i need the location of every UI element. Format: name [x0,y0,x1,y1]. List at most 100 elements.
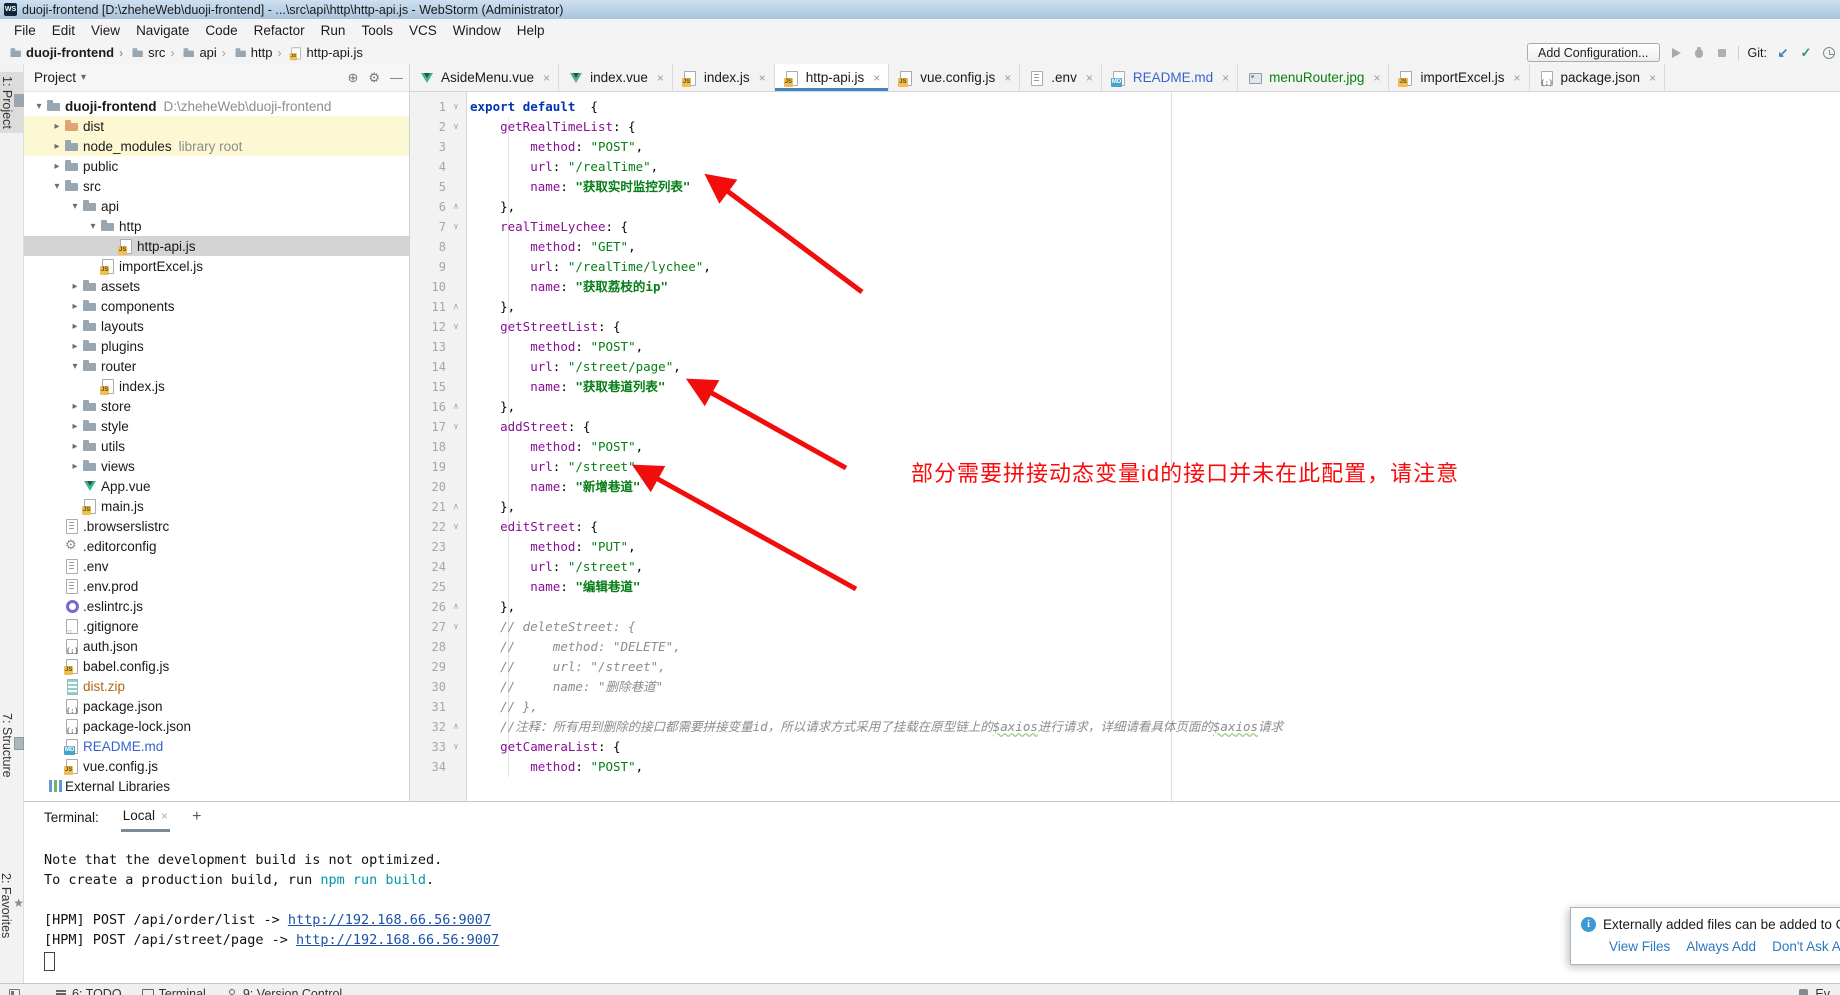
tree-expand-icon[interactable]: ▸ [68,321,82,332]
fold-marker-icon[interactable]: ∧ [446,597,466,617]
tree-item-utils[interactable]: ▸utils [24,436,409,456]
close-icon[interactable]: × [657,71,664,85]
tree-expand-icon[interactable]: ▾ [68,201,82,212]
breadcrumb-item[interactable]: src› [130,45,179,61]
tree-item-main.js[interactable]: main.js [24,496,409,516]
close-icon[interactable]: × [1222,71,1229,85]
menu-item-file[interactable]: File [6,21,44,40]
menu-item-vcs[interactable]: VCS [401,21,445,40]
tree-item-.editorconfig[interactable]: .editorconfig [24,536,409,556]
tree-item-importexcel.js[interactable]: importExcel.js [24,256,409,276]
fold-marker-icon[interactable]: ∨ [446,317,466,337]
close-icon[interactable]: × [161,809,168,823]
git-commit-icon[interactable]: ✓ [1799,46,1813,60]
menu-item-window[interactable]: Window [445,21,509,40]
close-icon[interactable]: × [1373,71,1380,85]
tree-item-dist[interactable]: ▸dist [24,116,409,136]
tree-expand-icon[interactable]: ▾ [32,101,46,112]
terminal-output[interactable]: Note that the development build is not o… [24,832,1840,983]
tree-item-.gitignore[interactable]: .gitignore [24,616,409,636]
close-icon[interactable]: × [873,71,880,85]
tree-item-router[interactable]: ▾router [24,356,409,376]
tree-item-http[interactable]: ▾http [24,216,409,236]
menu-item-code[interactable]: Code [197,21,245,40]
menu-item-run[interactable]: Run [313,21,354,40]
fold-marker-icon[interactable]: ∨ [446,417,466,437]
fold-marker-icon[interactable]: ∧ [446,497,466,517]
fold-marker-icon[interactable]: ∨ [446,217,466,237]
breadcrumb-item[interactable]: api› [181,45,230,61]
tree-item-package-lock.json[interactable]: package-lock.json [24,716,409,736]
tree-item-api[interactable]: ▾api [24,196,409,216]
editor-tab-index.js[interactable]: index.js× [673,64,775,91]
tree-item-external-libraries[interactable]: External Libraries [24,776,409,796]
new-terminal-icon[interactable]: + [192,808,201,826]
tree-item-package.json[interactable]: package.json [24,696,409,716]
terminal-tab-local[interactable]: Local × [121,802,170,832]
fold-marker-icon[interactable]: ∨ [446,737,466,757]
fold-marker-icon[interactable]: ∧ [446,397,466,417]
tree-item-duoji-frontend[interactable]: ▾duoji-frontendD:\zheheWeb\duoji-fronten… [24,96,409,116]
tree-expand-icon[interactable]: ▸ [68,281,82,292]
close-icon[interactable]: × [1649,71,1656,85]
breadcrumb-item[interactable]: http-api.js [288,45,362,61]
menu-item-navigate[interactable]: Navigate [128,21,197,40]
editor-tab-readme.md[interactable]: README.md× [1102,64,1238,91]
editor-tab-vue.config.js[interactable]: vue.config.js× [889,64,1020,91]
notification-link-view-files[interactable]: View Files [1609,939,1670,954]
close-icon[interactable]: × [543,71,550,85]
debug-icon[interactable] [1692,46,1706,60]
tree-item-app.vue[interactable]: App.vue [24,476,409,496]
tree-expand-icon[interactable]: ▸ [68,401,82,412]
tree-expand-icon[interactable]: ▸ [50,141,64,152]
tree-item-.eslintrc.js[interactable]: .eslintrc.js [24,596,409,616]
status-item-terminal[interactable]: Terminal [142,987,206,995]
notification-link-always-add[interactable]: Always Add [1686,939,1756,954]
tree-item-views[interactable]: ▸views [24,456,409,476]
tree-item-babel.config.js[interactable]: babel.config.js [24,656,409,676]
status-item-9-version-control[interactable]: 9: Version Control [226,987,342,995]
tree-item-dist.zip[interactable]: dist.zip [24,676,409,696]
menu-item-edit[interactable]: Edit [44,21,83,40]
tree-expand-icon[interactable]: ▸ [50,121,64,132]
tree-item-store[interactable]: ▸store [24,396,409,416]
terminal-link[interactable]: http://192.168.66.56:9007 [288,912,491,928]
fold-marker-icon[interactable]: ∧ [446,197,466,217]
menu-item-refactor[interactable]: Refactor [246,21,313,40]
fold-marker-icon[interactable]: ∨ [446,117,466,137]
tree-item-components[interactable]: ▸components [24,296,409,316]
tree-item-style[interactable]: ▸style [24,416,409,436]
tree-item-http-api.js[interactable]: http-api.js [24,236,409,256]
tool-window-switcher-icon[interactable] [8,988,21,995]
editor[interactable]: 1∨export default {2∨ getRealTimeList: {3… [410,92,1840,801]
chevron-down-icon[interactable]: ▾ [81,72,86,83]
tree-expand-icon[interactable]: ▾ [86,221,100,232]
tree-expand-icon[interactable]: ▸ [50,161,64,172]
fold-marker-icon[interactable]: ∧ [446,717,466,737]
terminal-link[interactable]: http://192.168.66.56:9007 [296,932,499,948]
editor-tab-importexcel.js[interactable]: importExcel.js× [1389,64,1529,91]
menu-item-tools[interactable]: Tools [353,21,401,40]
tree-expand-icon[interactable]: ▸ [68,461,82,472]
notification-link-don-t-ask-agai[interactable]: Don't Ask Agai [1772,939,1840,954]
tool-stripe-favorites[interactable]: ★ 2: Favorites [0,869,24,942]
tree-item-index.js[interactable]: index.js [24,376,409,396]
tree-item-.browserslistrc[interactable]: .browserslistrc [24,516,409,536]
editor-tab-http-api.js[interactable]: http-api.js× [775,64,890,91]
gear-icon[interactable]: ⚙ [368,70,380,86]
tree-item-vue.config.js[interactable]: vue.config.js [24,756,409,776]
tree-item-auth.json[interactable]: auth.json [24,636,409,656]
editor-tab-index.vue[interactable]: index.vue× [559,64,673,91]
git-update-icon[interactable]: ↙ [1776,46,1790,60]
status-item-ev[interactable]: Ev [1798,987,1830,995]
tree-item-layouts[interactable]: ▸layouts [24,316,409,336]
editor-tab-asidemenu.vue[interactable]: AsideMenu.vue× [410,64,559,91]
history-icon[interactable] [1822,46,1836,60]
editor-tab-.env[interactable]: .env× [1020,64,1102,91]
editor-tab-package.json[interactable]: package.json× [1530,64,1666,91]
tree-item-.env.prod[interactable]: .env.prod [24,576,409,596]
tree-item-.env[interactable]: .env [24,556,409,576]
close-icon[interactable]: × [759,71,766,85]
tree-expand-icon[interactable]: ▸ [68,341,82,352]
run-icon[interactable] [1669,46,1683,60]
